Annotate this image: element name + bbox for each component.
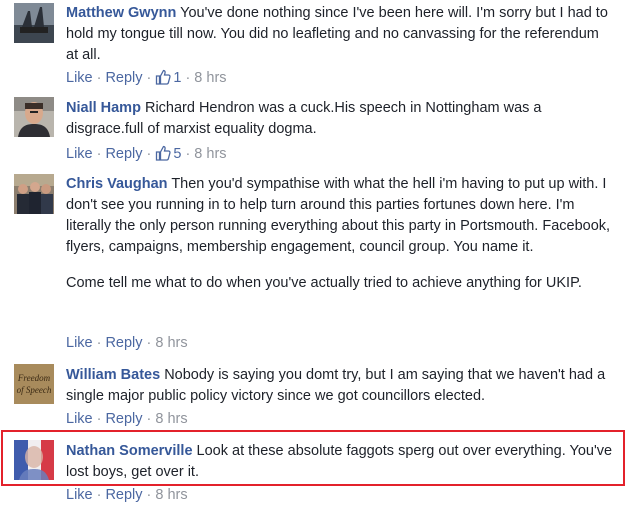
comment-actions: Like · Reply · 5 · 8 hrs (66, 145, 227, 165)
comment-author[interactable]: Matthew Gwynn (66, 5, 176, 21)
separator: · (185, 146, 191, 162)
svg-text:of Speech: of Speech (17, 385, 52, 395)
avatar[interactable] (14, 97, 54, 137)
comment-body: Niall Hamp Richard Hendron was a cuck.Hi… (66, 98, 614, 140)
like-link[interactable]: Like (66, 487, 93, 503)
avatar[interactable]: Freedom of Speech (14, 364, 54, 404)
timestamp[interactable]: 8 hrs (155, 411, 187, 427)
comment-body: Chris Vaughan Then you'd sympathise with… (66, 174, 614, 294)
timestamp[interactable]: 8 hrs (194, 70, 226, 86)
like-link[interactable]: Like (66, 146, 93, 162)
separator: · (146, 487, 152, 503)
avatar-logo-text: Freedom (17, 373, 51, 383)
comment-body: Matthew Gwynn You've done nothing since … (66, 3, 614, 66)
timestamp[interactable]: 8 hrs (155, 487, 187, 503)
separator: · (146, 335, 152, 351)
separator: · (146, 411, 152, 427)
separator: · (96, 411, 102, 427)
reply-link[interactable]: Reply (105, 335, 142, 351)
comment-actions: Like · Reply · 8 hrs (66, 411, 188, 427)
like-link[interactable]: Like (66, 70, 93, 86)
thumbs-up-icon (155, 69, 171, 89)
separator: · (96, 335, 102, 351)
separator: · (96, 146, 102, 162)
separator: · (146, 146, 152, 162)
like-link[interactable]: Like (66, 411, 93, 427)
comment-text-paragraph: Come tell me what to do when you've actu… (66, 275, 582, 291)
timestamp[interactable]: 8 hrs (194, 146, 226, 162)
comment-actions: Like · Reply · 1 · 8 hrs (66, 69, 227, 89)
like-count[interactable]: 5 (155, 145, 181, 165)
separator: · (96, 487, 102, 503)
highlight-box (1, 430, 625, 486)
comment-actions: Like · Reply · 8 hrs (66, 487, 188, 503)
comment-body: William Bates Nobody is saying you domt … (66, 365, 614, 407)
reply-link[interactable]: Reply (105, 487, 142, 503)
comment-actions: Like · Reply · 8 hrs (66, 335, 188, 351)
separator: · (96, 70, 102, 86)
separator: · (185, 70, 191, 86)
reply-link[interactable]: Reply (105, 411, 142, 427)
comment-author[interactable]: Niall Hamp (66, 100, 141, 116)
reply-link[interactable]: Reply (105, 146, 142, 162)
comment-author[interactable]: Chris Vaughan (66, 176, 168, 192)
thumbs-up-icon (155, 145, 171, 165)
like-count[interactable]: 1 (155, 69, 181, 89)
comment-author[interactable]: William Bates (66, 367, 160, 383)
avatar[interactable] (14, 3, 54, 43)
separator: · (146, 70, 152, 86)
timestamp[interactable]: 8 hrs (155, 335, 187, 351)
like-link[interactable]: Like (66, 335, 93, 351)
reply-link[interactable]: Reply (105, 70, 142, 86)
avatar[interactable] (14, 174, 54, 214)
